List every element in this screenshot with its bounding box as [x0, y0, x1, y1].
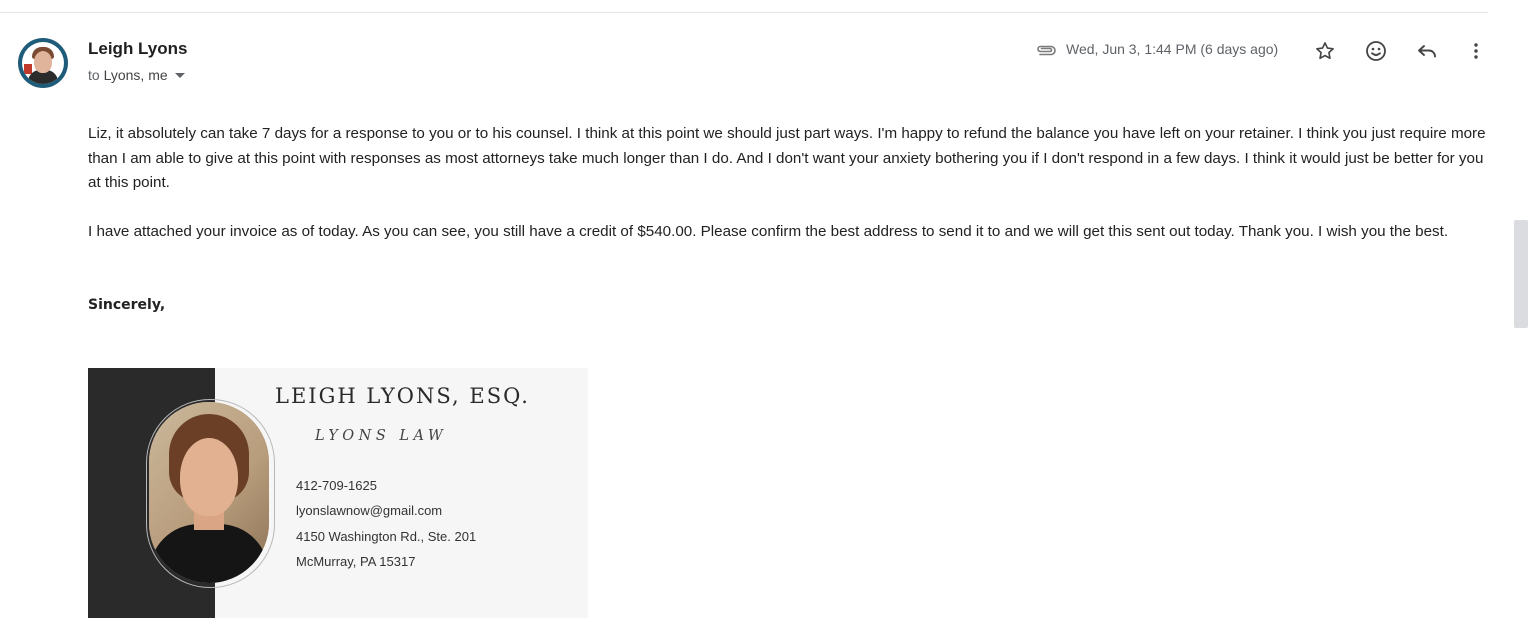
- signature-firm: LYONS LAW: [315, 428, 448, 444]
- sender-name[interactable]: Leigh Lyons: [88, 39, 188, 59]
- emoji-reaction-icon[interactable]: [1363, 38, 1389, 64]
- body-paragraph-1: Liz, it absolutely can take 7 days for a…: [88, 125, 1486, 191]
- closing-text: Sincerely,: [88, 297, 166, 313]
- more-vert-icon[interactable]: [1463, 38, 1489, 64]
- paperclip-icon: [1034, 41, 1056, 57]
- recipients-list: Lyons, me: [103, 67, 168, 83]
- reply-icon[interactable]: [1414, 38, 1440, 64]
- signature-email: lyonslawnow@gmail.com: [296, 503, 443, 518]
- signature-card: LEIGH LYONS, ESQ. LYONS LAW 412-709-1625…: [88, 368, 588, 618]
- email-date: Wed, Jun 3, 1:44 PM (6 days ago): [1066, 41, 1279, 57]
- signature-address-line-1: 4150 Washington Rd., Ste. 201: [296, 529, 477, 544]
- body-paragraph-2: I have attached your invoice as of today…: [88, 223, 1449, 240]
- recipients-prefix: to: [88, 67, 100, 83]
- signature-name: LEIGH LYONS, ESQ.: [275, 384, 530, 408]
- signature-phone: 412-709-1625: [296, 478, 377, 493]
- recipients-line[interactable]: to Lyons, me: [88, 67, 185, 83]
- email-body: Liz, it absolutely can take 7 days for a…: [88, 122, 1488, 245]
- signature-photo: [149, 402, 269, 583]
- sender-avatar[interactable]: [18, 38, 68, 88]
- show-details-chevron-icon[interactable]: [174, 73, 185, 78]
- signature-address-line-2: McMurray, PA 15317: [296, 554, 416, 569]
- scrollbar-thumb[interactable]: [1514, 220, 1528, 328]
- header-divider: [0, 12, 1488, 13]
- star-icon[interactable]: [1312, 38, 1338, 64]
